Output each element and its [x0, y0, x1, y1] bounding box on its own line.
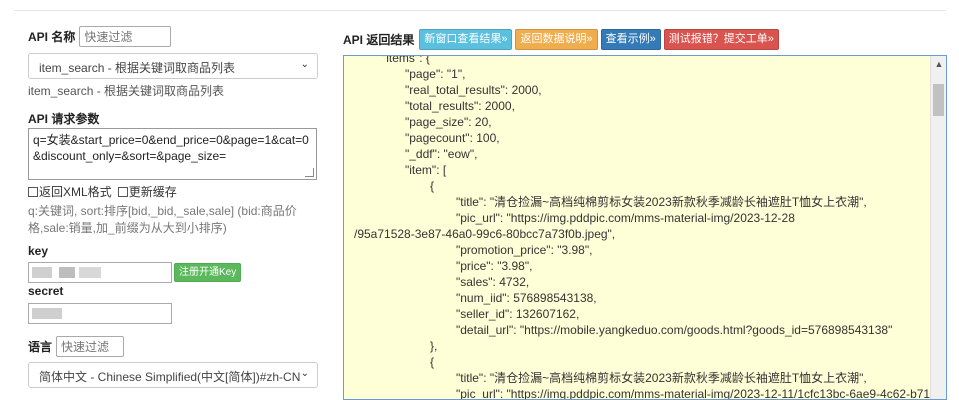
code-line: "items": { — [382, 55, 430, 65]
code-line: "pagecount": 100, — [405, 131, 500, 145]
code-line: "detail_url": "https://mobile.yangkeduo.… — [456, 323, 893, 337]
masked-text — [59, 267, 75, 278]
scroll-thumb[interactable] — [933, 84, 944, 116]
code-line: "promotion_price": "3.98", — [456, 243, 593, 257]
masked-text — [32, 308, 62, 319]
secret-input[interactable] — [28, 303, 172, 324]
code-line: { — [430, 179, 435, 193]
scroll-up-icon[interactable]: ▲ — [931, 56, 946, 72]
lang-row: 语言 — [28, 336, 125, 357]
code-line: "num_iid": 576898543138, — [456, 291, 597, 305]
key-input[interactable] — [28, 262, 172, 283]
code-line: "real_total_results": 2000, — [405, 83, 542, 97]
lang-filter-input[interactable] — [56, 336, 125, 357]
masked-text — [32, 267, 52, 278]
code-line: "item": [ — [405, 163, 447, 177]
xml-checkbox[interactable]: 返回XML格式 — [28, 183, 112, 200]
chevron-down-icon: ⌄ — [300, 368, 309, 379]
code-line: "seller_id": 132607162, — [456, 307, 580, 321]
code-line: "page_size": 20, — [405, 115, 492, 129]
code-line: "title": "清仓捡漏~高档纯棉剪标女装2023新款秋季减龄长袖遮肚T恤女… — [456, 195, 867, 209]
masked-text — [79, 267, 101, 278]
params-note: q:关键词, sort:排序[bid,_bid,_sale,sale] (bid… — [28, 204, 297, 235]
code-line: "sales": 4732, — [456, 275, 530, 289]
top-divider — [14, 10, 946, 11]
api-select-value: item_search - 根据关键词取商品列表 — [39, 61, 236, 75]
result-output[interactable]: "items": { "page": "1", "real_total_resu… — [343, 55, 947, 400]
code-line: "total_results": 2000, — [405, 99, 515, 113]
code-line: "page": "1", — [405, 67, 466, 81]
key-row: 注册开通Key — [28, 262, 242, 283]
checkbox-icon[interactable] — [28, 186, 38, 197]
lang-select-value: 简体中文 - Chinese Simplified(中文[简体])#zh-CN — [39, 370, 301, 384]
api-select[interactable]: item_search - 根据关键词取商品列表 ⌄ — [28, 53, 318, 79]
params-value: q=女装&start_price=0&end_price=0&page=1&ca… — [33, 133, 309, 163]
code-line: "_ddf": "eow", — [405, 147, 478, 161]
code-line: { — [430, 355, 435, 369]
cache-checkbox[interactable]: 更新缓存 — [117, 183, 177, 200]
code-line: "pic_url": "https://img.pddpic.com/mms-m… — [456, 387, 941, 400]
chevron-down-icon: ⌄ — [300, 59, 309, 70]
register-key-button[interactable]: 注册开通Key — [174, 263, 242, 282]
code-line: "title": "清仓捡漏~高档纯棉剪标女装2023新款秋季减龄长袖遮肚T恤女… — [456, 371, 867, 385]
api-select-caption: item_search - 根据关键词取商品列表 — [28, 84, 225, 98]
lang-select[interactable]: 简体中文 - Chinese Simplified(中文[简体])#zh-CN … — [28, 362, 318, 388]
xml-checkbox-label: 返回XML格式 — [39, 185, 112, 199]
code-line: }, — [430, 339, 438, 353]
result-label: API 返回结果 — [343, 33, 415, 47]
api-filter-input[interactable] — [79, 26, 172, 47]
vertical-scrollbar[interactable]: ▲ — [930, 56, 946, 399]
code-line: "pic_url": "https://img.pddpic.com/mms-m… — [456, 211, 795, 225]
api-name-label: API 名称 — [28, 30, 76, 44]
open-new-window-button[interactable]: 新窗口查看结果» — [419, 29, 513, 50]
api-name-row: API 名称 — [28, 26, 172, 47]
cache-checkbox-label: 更新缓存 — [128, 185, 177, 199]
key-label: key — [28, 244, 49, 258]
lang-label: 语言 — [28, 340, 53, 354]
params-textarea[interactable]: q=女装&start_price=0&end_price=0&page=1&ca… — [28, 128, 317, 180]
params-label: API 请求参数 — [28, 112, 100, 126]
report-issue-button[interactable]: 测试报错？提交工单» — [663, 29, 779, 50]
code-line: /95a71528-3e87-46a0-99c6-80bcc7a73f0b.jp… — [354, 227, 616, 241]
secret-label: secret — [28, 284, 64, 298]
code-line: "price": "3.98", — [456, 259, 533, 273]
view-example-button[interactable]: 查看示例» — [600, 29, 661, 50]
json-output: "items": { "page": "1", "real_total_resu… — [344, 55, 941, 399]
result-header: API 返回结果 新窗口查看结果» 返回数据说明» 查看示例» 测试报错？提交工… — [343, 29, 779, 50]
checkbox-icon[interactable] — [117, 186, 128, 197]
data-description-button[interactable]: 返回数据说明» — [515, 29, 598, 50]
resize-handle-icon[interactable] — [305, 168, 314, 177]
options-row: 返回XML格式 更新缓存 — [28, 183, 177, 200]
